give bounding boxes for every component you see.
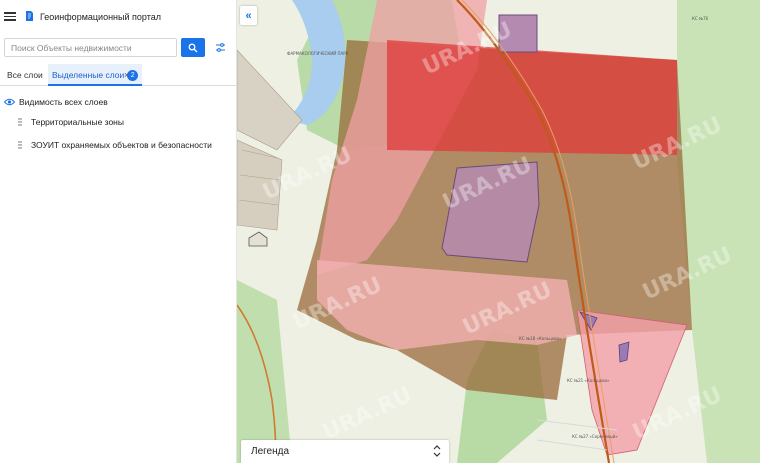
map-label-kc1: КС №18 «Кольцово»: [519, 336, 562, 341]
menu-icon[interactable]: [4, 10, 16, 22]
drag-handle-icon[interactable]: [18, 141, 22, 149]
eye-icon[interactable]: [4, 98, 15, 106]
map-label-park: ФАРМАКОЛОГИЧЕСКИЙ ПАРК: [287, 51, 349, 56]
building: [618, 341, 630, 363]
app-header: Геоинформационный портал: [0, 0, 237, 34]
app-title: Геоинформационный портал: [40, 12, 161, 22]
layer-item-label: ЗОУИТ охраняемых объектов и безопасности: [31, 140, 212, 150]
layer-tabs: Все слои Выделенные слои 2 ×: [0, 64, 237, 86]
drag-handle-icon[interactable]: [18, 118, 22, 126]
layer-item-label: Территориальные зоны: [31, 117, 124, 127]
layer-item-territorial-zones[interactable]: Территориальные зоны: [18, 116, 124, 128]
sliders-icon: [215, 43, 225, 52]
search-button[interactable]: [181, 38, 205, 57]
portal-logo-icon: [26, 11, 33, 21]
visibility-all-label: Видимость всех слоев: [19, 97, 108, 107]
map-label-kc2: КС №21 «Кольцово»: [567, 378, 610, 383]
map-label-kc3: КС №27 «Сереневый»: [572, 434, 618, 439]
visibility-all-toggle[interactable]: Видимость всех слоев: [4, 96, 108, 108]
legend-label: Легенда: [251, 446, 290, 457]
collapse-sidebar-button[interactable]: «: [240, 6, 257, 25]
map-canvas[interactable]: URA.RU URA.RU URA.RU URA.RU URA.RU URA.R…: [237, 0, 760, 463]
filter-button[interactable]: [211, 38, 229, 57]
search-input[interactable]: [5, 39, 176, 56]
legend-dropdown[interactable]: Легенда: [241, 440, 449, 463]
search-field[interactable]: [4, 38, 177, 57]
chevron-up-down-icon: [433, 445, 441, 457]
tab-all-layers[interactable]: Все слои: [7, 64, 43, 86]
sidebar: Геоинформационный портал Все слои Выделе…: [0, 0, 237, 463]
close-icon[interactable]: ×: [124, 64, 129, 86]
map-svg[interactable]: URA.RU URA.RU URA.RU URA.RU URA.RU URA.R…: [237, 0, 760, 463]
layer-item-zouit[interactable]: ЗОУИТ охраняемых объектов и безопасности: [18, 139, 212, 151]
map-label-kc4: КС №76: [692, 16, 709, 21]
tab-selected-label: Выделенные слои: [52, 70, 125, 80]
search-icon: [188, 43, 198, 52]
